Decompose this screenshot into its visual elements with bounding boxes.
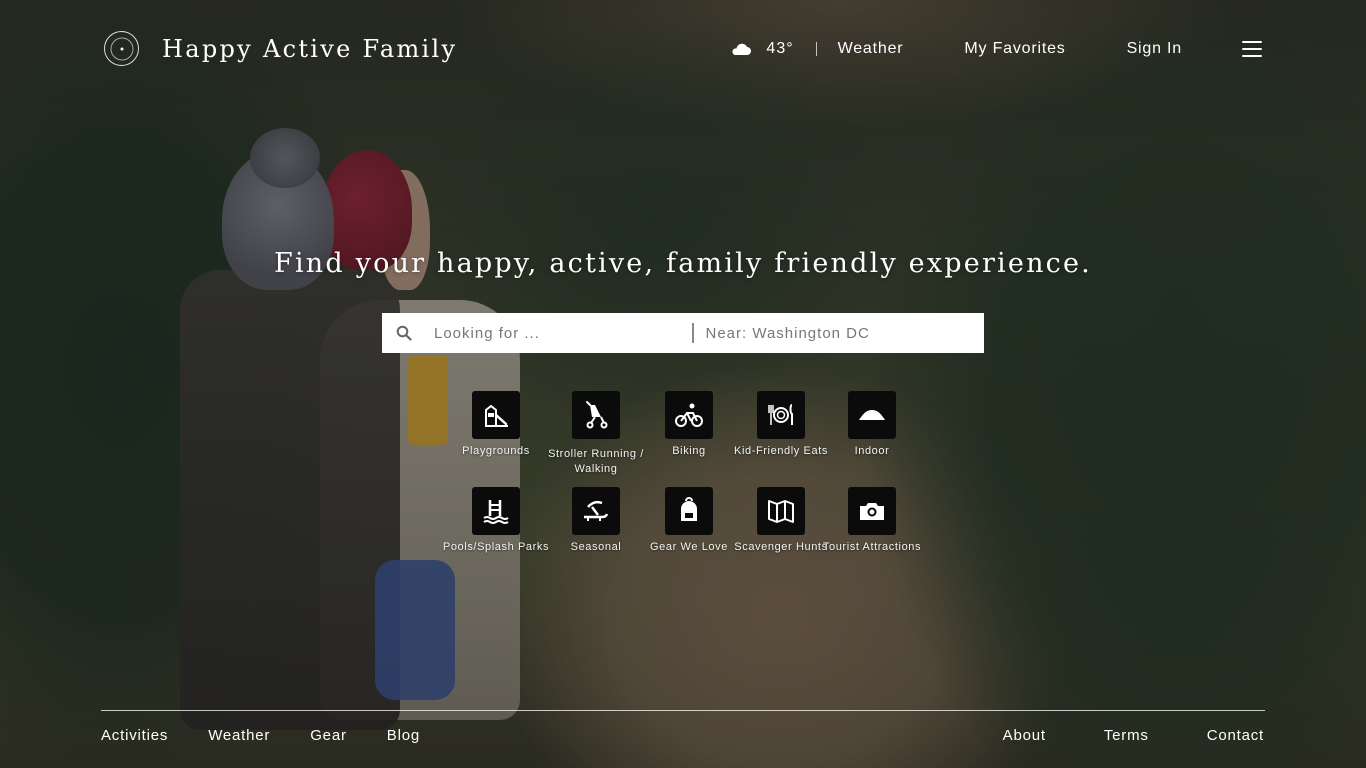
nav-my-favorites[interactable]: My Favorites bbox=[964, 40, 1065, 58]
footer-blog[interactable]: Blog bbox=[387, 727, 420, 744]
sled-icon bbox=[584, 500, 609, 521]
category-tile bbox=[472, 391, 520, 439]
indoor-icon bbox=[859, 410, 885, 420]
category-tile bbox=[572, 391, 620, 439]
category-tile bbox=[757, 487, 805, 535]
brand-name: Happy Active Family bbox=[162, 34, 458, 63]
category-tile bbox=[665, 487, 713, 535]
hamburger-menu-icon[interactable] bbox=[1242, 41, 1262, 57]
category-label: Indoor bbox=[854, 445, 890, 457]
plate-utensils-icon bbox=[768, 404, 793, 425]
search-divider bbox=[692, 323, 694, 343]
footer-contact[interactable]: Contact bbox=[1207, 727, 1264, 744]
footer-about[interactable]: About bbox=[1003, 727, 1046, 744]
footer-divider bbox=[101, 710, 1265, 711]
footer-nav-right: About Terms Contact bbox=[1003, 727, 1264, 744]
search-icon[interactable] bbox=[396, 325, 412, 341]
category-tourist-attractions[interactable]: Tourist Attractions bbox=[817, 487, 927, 555]
stroller-icon bbox=[586, 401, 608, 429]
compass-logo-icon bbox=[104, 31, 139, 66]
footer-weather[interactable]: Weather bbox=[208, 727, 270, 744]
category-pools-splash-parks[interactable]: Pools/Splash Parks bbox=[441, 487, 551, 555]
cloud-icon bbox=[732, 43, 752, 55]
category-tile bbox=[665, 391, 713, 439]
footer-gear[interactable]: Gear bbox=[310, 727, 347, 744]
hero-headline: Find your happy, active, family friendly… bbox=[274, 248, 1092, 279]
category-tile bbox=[472, 487, 520, 535]
category-tile bbox=[848, 391, 896, 439]
brand-logo[interactable]: Happy Active Family bbox=[104, 31, 457, 66]
map-icon bbox=[768, 500, 794, 523]
playground-icon bbox=[485, 404, 508, 427]
backpack-icon bbox=[681, 497, 697, 521]
category-playgrounds[interactable]: Playgrounds bbox=[441, 391, 551, 459]
pool-ladder-icon bbox=[483, 500, 509, 524]
category-tile bbox=[757, 391, 805, 439]
weather-widget[interactable]: 43° bbox=[730, 40, 793, 58]
nav-sign-in[interactable]: Sign In bbox=[1127, 40, 1182, 58]
nav-divider bbox=[815, 42, 817, 56]
category-label: Tourist Attractions bbox=[822, 541, 922, 553]
near-location-input[interactable] bbox=[705, 313, 984, 353]
footer-nav-left: Activities Weather Gear Blog bbox=[101, 727, 420, 744]
category-label: Playgrounds bbox=[462, 445, 530, 457]
footer-activities[interactable]: Activities bbox=[101, 727, 168, 744]
category-indoor[interactable]: Indoor bbox=[817, 391, 927, 459]
search-bar bbox=[382, 313, 984, 353]
bike-icon bbox=[675, 403, 703, 427]
camera-icon bbox=[860, 503, 884, 520]
looking-for-input[interactable] bbox=[434, 313, 692, 353]
category-tile bbox=[572, 487, 620, 535]
top-nav: 43° Weather My Favorites Sign In bbox=[730, 37, 1262, 61]
temperature: 43° bbox=[766, 40, 794, 57]
nav-weather[interactable]: Weather bbox=[838, 40, 904, 58]
category-tile bbox=[848, 487, 896, 535]
background-photo bbox=[0, 0, 1366, 768]
category-label: Pools/Splash Parks bbox=[442, 541, 550, 553]
footer-terms[interactable]: Terms bbox=[1104, 727, 1149, 744]
